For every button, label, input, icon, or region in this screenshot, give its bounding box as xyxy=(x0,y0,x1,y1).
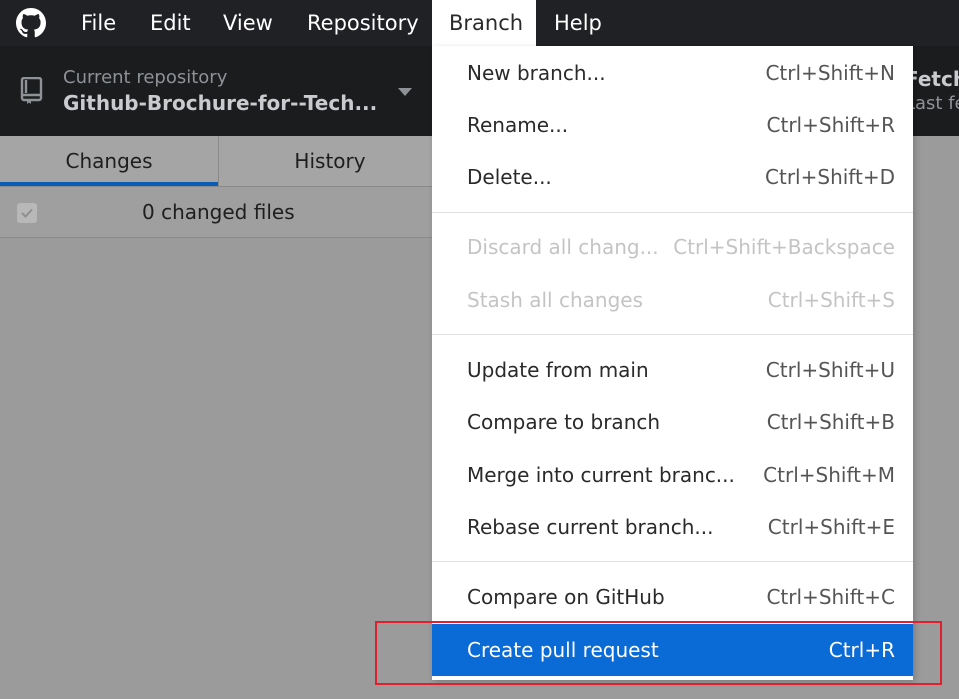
menu-item-label: Update from main xyxy=(467,358,649,382)
fetch-origin-subtitle[interactable]: Last fe xyxy=(905,93,959,114)
menu-edit[interactable]: Edit xyxy=(133,0,208,46)
menu-item-rebase-current-branch[interactable]: Rebase current branch... Ctrl+Shift+E xyxy=(432,501,913,553)
chevron-down-icon[interactable] xyxy=(398,88,412,96)
menu-item-shortcut: Ctrl+Shift+M xyxy=(763,463,895,487)
menu-item-stash-all-changes: Stash all changes Ctrl+Shift+S xyxy=(432,274,913,326)
menu-item-update-from-main[interactable]: Update from main Ctrl+Shift+U xyxy=(432,344,913,396)
menu-item-shortcut: Ctrl+Shift+E xyxy=(767,515,895,539)
select-all-checkbox[interactable] xyxy=(17,203,37,223)
current-repository-name[interactable]: Github-Brochure-for--Tech... xyxy=(63,91,377,115)
menu-item-label: Compare to branch xyxy=(467,410,661,434)
menu-item-shortcut: Ctrl+Shift+U xyxy=(765,358,895,382)
tab-changes[interactable]: Changes xyxy=(0,136,218,186)
menu-item-discard-all-changes: Discard all chang... Ctrl+Shift+Backspac… xyxy=(432,221,913,273)
menu-item-label: Rebase current branch... xyxy=(467,515,714,539)
menu-bar: File Edit View Repository Branch Help xyxy=(0,0,959,46)
menu-view[interactable]: View xyxy=(206,0,290,46)
menu-repository[interactable]: Repository xyxy=(290,0,436,46)
branch-menu: New branch... Ctrl+Shift+N Rename... Ctr… xyxy=(432,46,913,680)
check-icon xyxy=(21,208,33,218)
menu-item-compare-on-github[interactable]: Compare on GitHub Ctrl+Shift+C xyxy=(432,571,913,623)
menu-branch[interactable]: Branch xyxy=(432,0,536,46)
menu-item-label: New branch... xyxy=(467,61,606,85)
menu-item-label: Discard all chang... xyxy=(467,235,659,259)
tab-history[interactable]: History xyxy=(218,136,441,186)
menu-item-delete[interactable]: Delete... Ctrl+Shift+D xyxy=(432,151,913,203)
menu-item-shortcut: Ctrl+Shift+S xyxy=(767,288,895,312)
menu-item-label: Merge into current branc... xyxy=(467,463,735,487)
menu-item-merge-into-current-branch[interactable]: Merge into current branc... Ctrl+Shift+M xyxy=(432,449,913,501)
menu-item-compare-to-branch[interactable]: Compare to branch Ctrl+Shift+B xyxy=(432,396,913,448)
menu-item-label: Rename... xyxy=(467,113,569,137)
menu-item-rename[interactable]: Rename... Ctrl+Shift+R xyxy=(432,99,913,151)
menu-item-shortcut: Ctrl+Shift+R xyxy=(766,113,895,137)
menu-item-shortcut: Ctrl+Shift+B xyxy=(766,410,895,434)
menu-help[interactable]: Help xyxy=(537,0,619,46)
menu-file[interactable]: File xyxy=(64,0,133,46)
changed-files-count: 0 changed files xyxy=(142,200,295,224)
github-logo-icon xyxy=(16,8,46,38)
repository-icon xyxy=(20,77,43,104)
fetch-origin-title[interactable]: Fetch xyxy=(905,67,959,91)
menu-item-label: Stash all changes xyxy=(467,288,643,312)
menu-separator xyxy=(432,561,913,562)
menu-item-shortcut: Ctrl+Shift+N xyxy=(765,61,895,85)
current-repository-caption[interactable]: Current repository xyxy=(63,67,227,88)
menu-separator xyxy=(432,334,913,335)
menu-item-label: Compare on GitHub xyxy=(467,585,665,609)
sidebar-tabs: Changes History xyxy=(0,136,440,186)
menu-item-shortcut: Ctrl+Shift+C xyxy=(766,585,895,609)
menu-item-shortcut: Ctrl+Shift+D xyxy=(765,165,895,189)
menu-separator xyxy=(432,212,913,213)
menu-item-new-branch[interactable]: New branch... Ctrl+Shift+N xyxy=(432,47,913,99)
highlight-annotation-box xyxy=(375,621,942,685)
menu-item-shortcut: Ctrl+Shift+Backspace xyxy=(673,235,895,259)
menu-item-label: Delete... xyxy=(467,165,552,189)
